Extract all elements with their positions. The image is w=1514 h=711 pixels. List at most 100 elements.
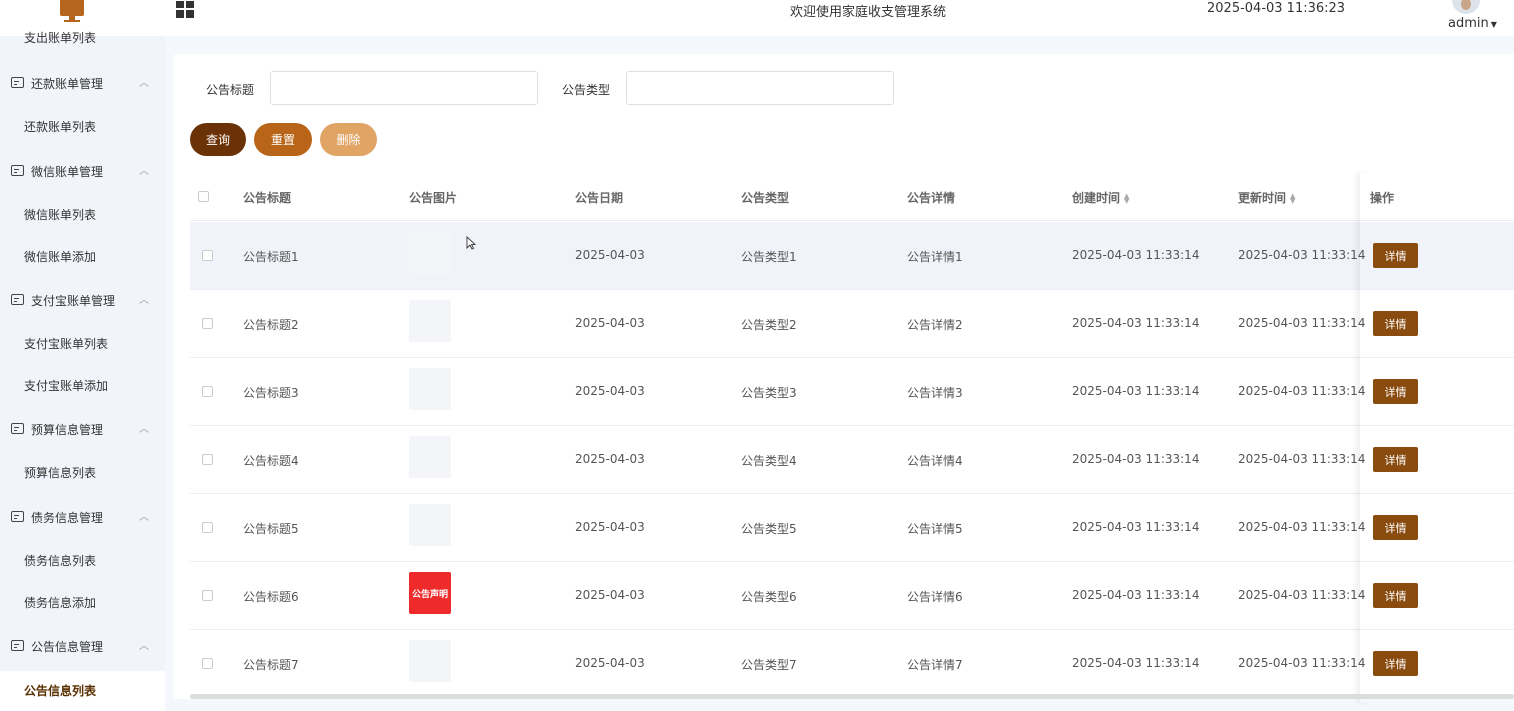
table-row[interactable]: 公告标题7 2025-04-03 公告类型7 公告详情7 2025-04-03 11:3…	[190, 630, 1514, 698]
table-row[interactable]: 公告标题4 2025-04-03 公告类型4 公告详情4 2025-04-03 11:3…	[190, 426, 1514, 494]
query-button[interactable]: 查询	[190, 123, 246, 156]
sort-icon[interactable]: ▲ ▼	[1290, 192, 1295, 204]
cell-type: 公告类型4	[741, 454, 797, 468]
type-filter-label: 公告类型	[562, 83, 611, 97]
header-image: 公告图片	[409, 191, 458, 205]
sidebar-item[interactable]: 债务信息添加	[0, 583, 165, 623]
delete-button[interactable]: 删除	[320, 123, 377, 156]
cell-updated: 2025-04-03 11:33:14	[1238, 520, 1366, 534]
cell-type: 公告类型3	[741, 386, 797, 400]
cell-date: 2025-04-03	[575, 248, 645, 262]
menu-card-icon	[11, 423, 24, 434]
menu-grid-icon[interactable]	[176, 0, 194, 18]
row-checkbox[interactable]	[202, 318, 213, 329]
detail-button[interactable]: 详情	[1373, 583, 1418, 608]
cell-date: 2025-04-03	[575, 316, 645, 330]
sidebar-item[interactable]: 支付宝账单列表	[0, 324, 165, 364]
announcement-image[interactable]	[409, 436, 451, 478]
sidebar-item[interactable]: 微信账单添加	[0, 237, 165, 277]
announcement-image[interactable]	[409, 368, 451, 410]
table-row[interactable]: 公告标题2 2025-04-03 公告类型2 公告详情2 2025-04-03 11:3…	[190, 290, 1514, 358]
table-row[interactable]: 公告标题1 2025-04-03 公告类型1 公告详情1 2025-04-03 11:3…	[190, 222, 1514, 290]
cell-created: 2025-04-03 11:33:14	[1072, 520, 1200, 534]
sidebar-group[interactable]: 预算信息管理 ︿	[0, 410, 165, 450]
sidebar-group-label: 微信账单管理	[31, 165, 104, 179]
cell-updated: 2025-04-03 11:33:14	[1238, 656, 1366, 670]
cell-created: 2025-04-03 11:33:14	[1072, 316, 1200, 330]
announcement-image[interactable]	[409, 640, 451, 682]
cell-title: 公告标题5	[243, 522, 299, 536]
cell-title: 公告标题6	[243, 590, 299, 604]
user-menu[interactable]: admin ▼	[1448, 16, 1497, 31]
sidebar-group[interactable]: 微信账单管理 ︿	[0, 152, 165, 192]
cell-type: 公告类型6	[741, 590, 797, 604]
row-checkbox[interactable]	[202, 590, 213, 601]
sidebar-group-label: 支付宝账单管理	[31, 294, 116, 308]
announcement-image[interactable]	[409, 300, 451, 342]
cell-detail: 公告详情6	[907, 590, 963, 604]
announcement-image[interactable]	[409, 504, 451, 546]
row-checkbox[interactable]	[202, 454, 213, 465]
sidebar-item[interactable]: 公告信息列表	[0, 671, 165, 711]
sidebar-item[interactable]: 支出账单列表	[0, 18, 165, 58]
system-title: 欢迎使用家庭收支管理系统	[790, 5, 947, 20]
cell-type: 公告类型2	[741, 318, 797, 332]
sidebar-group[interactable]: 债务信息管理 ︿	[0, 498, 165, 538]
row-checkbox[interactable]	[202, 250, 213, 261]
sidebar-group-label: 债务信息管理	[31, 511, 104, 525]
cell-detail: 公告详情2	[907, 318, 963, 332]
sidebar-group[interactable]: 支付宝账单管理 ︿	[0, 281, 165, 321]
menu-card-icon	[11, 511, 24, 522]
sidebar-group[interactable]: 公告信息管理 ︿	[0, 627, 165, 667]
cell-detail: 公告详情5	[907, 522, 963, 536]
cell-updated: 2025-04-03 11:33:14	[1238, 316, 1366, 330]
title-filter-label: 公告标题	[206, 83, 255, 97]
header-created-sortable[interactable]: 创建时间 ▲ ▼	[1072, 189, 1129, 206]
detail-button[interactable]: 详情	[1373, 379, 1418, 404]
table-row[interactable]: 公告标题6 公告声明 2025-04-03 公告类型6 公告详情6 2025-04-03 …	[190, 562, 1514, 630]
chevron-up-icon: ︿	[139, 641, 149, 652]
cell-updated: 2025-04-03 11:33:14	[1238, 588, 1366, 602]
title-search-input[interactable]	[270, 71, 538, 105]
menu-card-icon	[11, 294, 24, 305]
detail-button[interactable]: 详情	[1373, 447, 1418, 472]
announcement-image[interactable]: 公告声明	[409, 572, 451, 614]
type-search-input[interactable]	[626, 71, 894, 105]
cell-updated: 2025-04-03 11:33:14	[1238, 248, 1366, 262]
sort-icon[interactable]: ▲ ▼	[1124, 192, 1129, 204]
header-created: 创建时间	[1072, 191, 1121, 205]
detail-button[interactable]: 详情	[1373, 651, 1418, 676]
sidebar-item-label: 还款账单列表	[24, 120, 97, 134]
select-all-checkbox[interactable]	[198, 191, 209, 202]
row-checkbox[interactable]	[202, 658, 213, 669]
sidebar-item[interactable]: 还款账单列表	[0, 107, 165, 147]
sidebar-item[interactable]: 微信账单列表	[0, 195, 165, 235]
header-updated-sortable[interactable]: 更新时间 ▲ ▼	[1238, 189, 1295, 206]
sidebar-item-label: 支付宝账单列表	[24, 337, 109, 351]
sidebar-item[interactable]: 预算信息列表	[0, 453, 165, 493]
table-row[interactable]: 公告标题3 2025-04-03 公告类型3 公告详情3 2025-04-03 11:3…	[190, 358, 1514, 426]
detail-button[interactable]: 详情	[1373, 243, 1418, 268]
cell-title: 公告标题3	[243, 386, 299, 400]
sidebar-item[interactable]: 债务信息列表	[0, 541, 165, 581]
chevron-down-icon: ▼	[1490, 20, 1497, 29]
avatar[interactable]	[1452, 0, 1480, 14]
row-checkbox[interactable]	[202, 386, 213, 397]
cell-date: 2025-04-03	[575, 452, 645, 466]
cell-detail: 公告详情1	[907, 250, 963, 264]
sidebar-item[interactable]: 支付宝账单添加	[0, 366, 165, 406]
detail-button[interactable]: 详情	[1373, 515, 1418, 540]
announcement-image[interactable]	[409, 232, 451, 274]
cell-detail: 公告详情4	[907, 454, 963, 468]
table-row[interactable]: 公告标题5 2025-04-03 公告类型5 公告详情5 2025-04-03 11:3…	[190, 494, 1514, 562]
row-checkbox[interactable]	[202, 522, 213, 533]
reset-button[interactable]: 重置	[254, 123, 312, 156]
horizontal-scrollbar[interactable]	[190, 694, 1514, 699]
detail-button[interactable]: 详情	[1373, 311, 1418, 336]
cell-created: 2025-04-03 11:33:14	[1072, 452, 1200, 466]
main-panel: 公告标题 公告类型 查询 重置 删除 公告标题 公告图片 公告日期 公告类型 公…	[173, 54, 1514, 699]
sidebar-group[interactable]: 还款账单管理 ︿	[0, 64, 165, 104]
sidebar-item-label: 公告信息列表	[24, 684, 97, 698]
cell-detail: 公告详情7	[907, 658, 963, 672]
cell-title: 公告标题4	[243, 454, 299, 468]
